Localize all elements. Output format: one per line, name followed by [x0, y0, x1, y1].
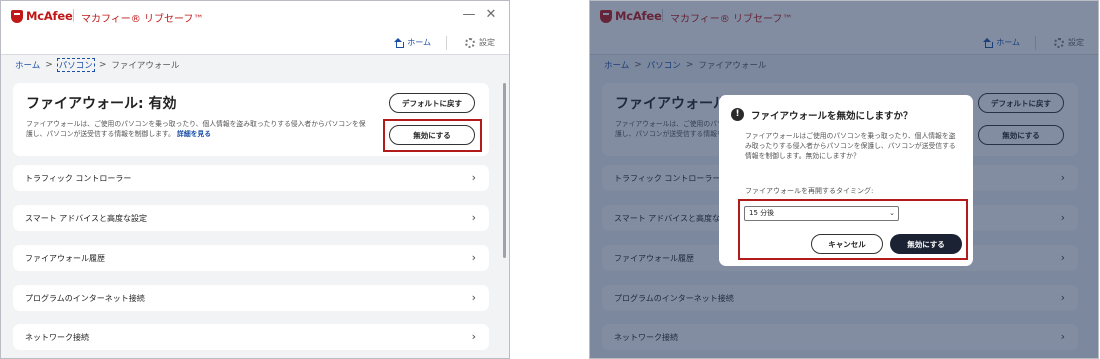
menu-item-traffic-controller[interactable]: トラフィック コントローラー ›: [13, 165, 489, 191]
top-toolbar: ホーム 設定: [1, 31, 509, 55]
highlight-annotation: [738, 199, 968, 260]
chevron-right-icon: ›: [471, 171, 476, 184]
home-button[interactable]: ホーム: [394, 37, 431, 48]
app-window-dialog: McAfee マカフィー® リブセーフ™ ホーム 設定 ホーム > パソコン >…: [589, 0, 1099, 359]
breadcrumb-separator: >: [98, 60, 107, 70]
restore-default-button[interactable]: デフォルトに戻す: [389, 93, 475, 113]
firewall-status-card: ファイアウォール: 有効 ファイアウォールは、ご使用のパソコンを乗っ取ったり、個…: [13, 83, 489, 156]
menu-item-program-internet[interactable]: プログラムのインターネット接続 ›: [13, 285, 489, 311]
settings-label: 設定: [479, 38, 495, 47]
minimize-button[interactable]: —: [461, 7, 477, 23]
home-label: ホーム: [407, 38, 431, 47]
chevron-right-icon: ›: [471, 291, 476, 304]
disable-firewall-dialog: ! ファイアウォールを無効にしますか？ ファイアウォールはご使用のパソコンを乗っ…: [719, 95, 973, 266]
dialog-body: ファイアウォールはご使用のパソコンを乗っ取ったり、個人情報を盗み取ったりする侵入…: [745, 132, 956, 160]
menu-item-label: ネットワーク接続: [25, 333, 89, 342]
toolbar-divider: [446, 36, 447, 50]
resume-timing-label: ファイアウォールを再開するタイミング:: [745, 187, 874, 195]
menu-item-label: スマート アドバイスと高度な設定: [25, 214, 148, 223]
chevron-right-icon: ›: [471, 330, 476, 343]
close-button[interactable]: ✕: [483, 7, 499, 23]
brand-name: McAfee: [26, 9, 73, 23]
app-title: マカフィー® リブセーフ™: [81, 14, 204, 25]
settings-button[interactable]: 設定: [465, 37, 495, 48]
title-bar: McAfee マカフィー® リブセーフ™ — ✕: [1, 1, 509, 31]
highlight-annotation: [383, 119, 482, 152]
menu-item-label: トラフィック コントローラー: [25, 174, 132, 183]
menu-item-smart-advice[interactable]: スマート アドバイスと高度な設定 ›: [13, 205, 489, 231]
mcafee-logo: McAfee: [11, 9, 73, 23]
title-divider: [73, 9, 74, 22]
menu-item-network-connections[interactable]: ネットワーク接続 ›: [13, 324, 489, 350]
breadcrumb-pc[interactable]: パソコン: [56, 58, 95, 72]
firewall-description: ファイアウォールは、ご使用のパソコンを乗っ取ったり、個人情報を盗み取ったりする侵…: [26, 119, 366, 139]
breadcrumb-separator: >: [45, 60, 53, 70]
breadcrumb: ホーム > パソコン > ファイアウォール: [15, 58, 180, 72]
scrollbar[interactable]: [503, 83, 506, 258]
menu-item-label: ファイアウォール履歴: [25, 254, 105, 263]
breadcrumb-home[interactable]: ホーム: [15, 59, 40, 71]
alert-icon: !: [731, 108, 744, 121]
home-icon: [394, 38, 404, 48]
chevron-right-icon: ›: [471, 211, 476, 224]
mcafee-shield-icon: [11, 9, 23, 23]
app-window-main: McAfee マカフィー® リブセーフ™ — ✕ ホーム 設定 ホーム > パソ…: [0, 0, 510, 359]
details-link[interactable]: 詳細を見る: [177, 130, 211, 138]
menu-item-firewall-history[interactable]: ファイアウォール履歴 ›: [13, 245, 489, 271]
breadcrumb-current: ファイアウォール: [111, 61, 180, 71]
firewall-status-title: ファイアウォール: 有効: [26, 96, 177, 112]
chevron-right-icon: ›: [471, 251, 476, 264]
menu-item-label: プログラムのインターネット接続: [25, 294, 145, 303]
dialog-title: ファイアウォールを無効にしますか？: [751, 111, 913, 122]
gear-icon: [465, 37, 475, 48]
